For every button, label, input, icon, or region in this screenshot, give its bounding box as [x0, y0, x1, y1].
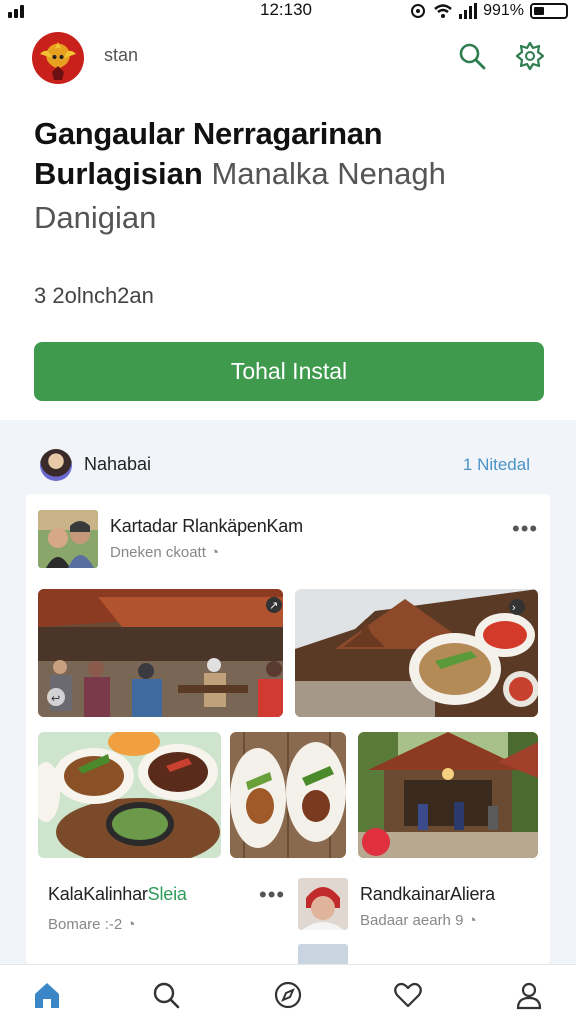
signal-icon: [8, 4, 24, 18]
item-thumbnail[interactable]: [298, 944, 348, 964]
heart-icon: [394, 982, 422, 1008]
bottom-nav: [0, 964, 576, 1024]
post-subtitle: Dneken ckoatt ◔: [110, 544, 220, 561]
svg-text:↩: ↩: [51, 693, 60, 705]
item-title[interactable]: KalaKalinharSleia: [48, 884, 187, 905]
item-meta: Badaar aearh 9 ◔: [360, 912, 477, 929]
settings-icon: [515, 41, 545, 71]
profile-icon: [516, 982, 542, 1010]
app-subtitle: 3 2olnch2an: [34, 283, 154, 308]
post-photo[interactable]: [38, 732, 221, 858]
clock-icon: ◔: [126, 916, 136, 933]
status-bar: 12:130 991%: [0, 0, 576, 22]
svg-text:›: ›: [512, 602, 516, 614]
feed-link[interactable]: 1 Nitedal: [463, 455, 530, 475]
clock-icon: ◔: [467, 912, 477, 929]
home-icon: [35, 983, 59, 1008]
search-icon: [459, 43, 486, 70]
app-header: stan: [0, 28, 576, 84]
item-title[interactable]: RandkainarAliera: [360, 884, 495, 905]
feed-title: Nahabai: [84, 454, 152, 474]
battery-icon: [530, 3, 568, 19]
item-thumbnail[interactable]: [298, 878, 348, 930]
header-label: stan: [104, 45, 139, 65]
nav-favorites[interactable]: [390, 977, 426, 1013]
nav-profile[interactable]: [511, 977, 547, 1013]
nav-search[interactable]: [148, 977, 184, 1013]
explore-icon: [274, 981, 302, 1009]
post-photo[interactable]: [358, 732, 538, 858]
item-meta: Bomare :-2 ◔: [48, 916, 136, 933]
clock-icon: ◔: [210, 544, 220, 561]
post-title[interactable]: Kartadar RlankäpenKam: [110, 516, 303, 537]
post-thumbnail[interactable]: [38, 510, 98, 568]
post-photo[interactable]: ↗ ↩: [38, 589, 283, 717]
app-title-bold: Burlagisian: [34, 156, 203, 191]
app-title-light: Manalka Nenagh: [211, 156, 446, 191]
svg-text:↗: ↗: [269, 600, 278, 612]
sync-icon: [411, 4, 426, 18]
settings-button[interactable]: [514, 40, 546, 72]
nav-explore[interactable]: [270, 977, 306, 1013]
status-time: 12:130: [260, 0, 312, 19]
app-title-block: Gangaular Nerragarinan Burlagisian Manal…: [34, 116, 554, 240]
app-title-line3: Danigian: [34, 200, 157, 235]
battery-percent: 991%: [483, 2, 524, 19]
item-more-button[interactable]: •••: [259, 884, 285, 906]
app-title-line2: Burlagisian Manalka Nenagh: [34, 152, 554, 196]
app-title: Gangaular Nerragarinan: [34, 116, 383, 151]
nav-home[interactable]: [29, 977, 65, 1013]
cell-signal-icon: [459, 3, 478, 19]
app-logo[interactable]: [32, 32, 84, 84]
wifi-icon: [434, 4, 452, 18]
post-photo[interactable]: [230, 732, 346, 858]
feed-header: Nahabai 1 Nitedal: [26, 437, 550, 492]
install-button[interactable]: Tohal Instal: [34, 342, 544, 401]
search-button[interactable]: [456, 40, 488, 72]
post-photo[interactable]: ›: [295, 589, 538, 717]
search-icon: [153, 982, 180, 1009]
post-card: Kartadar RlankäpenKam Dneken ckoatt ◔ ••…: [26, 494, 550, 964]
post-more-button[interactable]: •••: [512, 518, 538, 540]
avatar[interactable]: [40, 448, 72, 481]
